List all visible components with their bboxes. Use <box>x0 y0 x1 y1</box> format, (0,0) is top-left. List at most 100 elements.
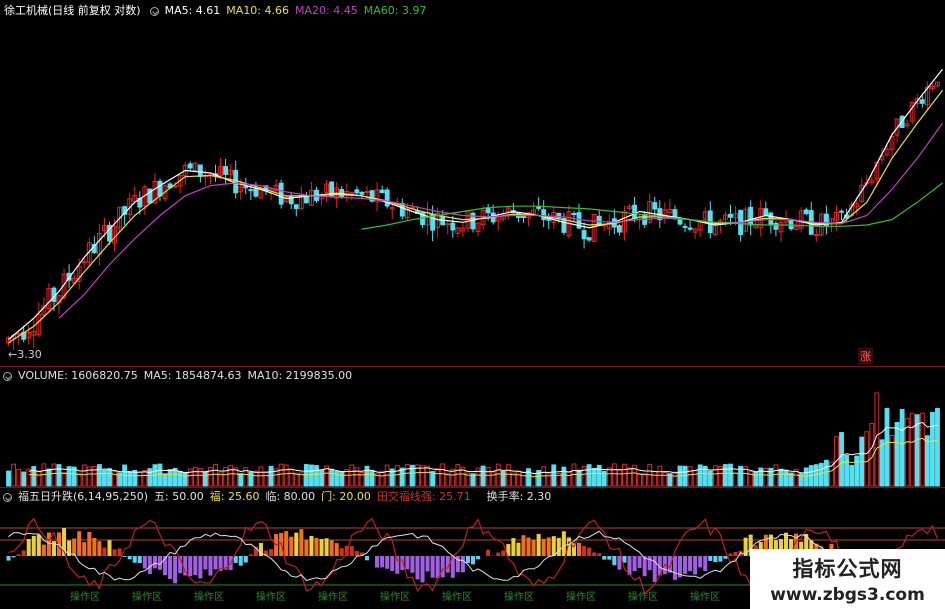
candle-body <box>632 204 637 220</box>
indicator-bar <box>375 556 380 568</box>
indicator-bar <box>587 547 592 556</box>
candle-body <box>586 237 592 241</box>
volume-bar <box>697 464 703 487</box>
indicator-bar <box>602 556 607 560</box>
indicator-bar <box>92 538 97 556</box>
indicator-bar <box>193 556 198 576</box>
volume-bar <box>884 407 890 487</box>
volume-bar <box>425 465 430 487</box>
volume-bar <box>541 466 547 487</box>
indicator-bar <box>501 550 506 556</box>
volume-bar <box>16 468 22 487</box>
candle-body <box>773 222 779 230</box>
volume-bar <box>622 463 627 487</box>
indicator-bar <box>107 540 112 556</box>
candle-body <box>763 208 769 216</box>
candle-body <box>682 225 688 228</box>
indicator-bar <box>612 556 617 566</box>
indicator-bar <box>314 537 319 556</box>
volume-bar <box>723 464 728 487</box>
candle-body <box>248 189 254 192</box>
ma-line-ma60 <box>361 182 943 230</box>
candle-body <box>303 195 309 204</box>
volume-bar <box>394 465 400 487</box>
indicator-bar <box>718 556 723 562</box>
candle-body <box>839 210 844 213</box>
volume-bar <box>566 471 572 487</box>
indicator-bar <box>733 552 738 556</box>
volume-bar <box>596 464 602 487</box>
candle-body <box>803 209 809 215</box>
indicator-bar <box>592 552 597 556</box>
volume-bar <box>854 455 860 487</box>
volume-bar <box>203 471 208 487</box>
volume-bar <box>283 464 289 487</box>
indicator-bar <box>425 556 430 572</box>
volume-bar <box>51 463 57 487</box>
indicator-bar <box>213 556 218 570</box>
indicator-bar <box>511 538 516 556</box>
volume-bar <box>682 465 688 487</box>
volume-bar <box>813 464 819 487</box>
operation-zone-label: 操作区 <box>318 590 348 603</box>
operation-zone-label: 操作区 <box>194 590 224 603</box>
volume-bar <box>147 468 153 487</box>
indicator-bar <box>541 538 546 556</box>
volume-bar <box>839 432 844 487</box>
indicator-bar <box>526 537 531 556</box>
volume-bar <box>516 471 521 487</box>
indicator-bar <box>385 556 390 569</box>
indicator-bar <box>203 556 208 570</box>
volume-bar <box>894 421 900 487</box>
volume-bar <box>26 468 32 487</box>
candle-body <box>359 191 365 195</box>
indicator-bar <box>132 556 137 563</box>
indicator-bar <box>294 532 299 556</box>
indicator-bar <box>319 539 324 556</box>
candle-body <box>677 219 683 225</box>
volume-bar <box>521 471 526 487</box>
indicator-bar <box>698 556 703 568</box>
indicator-bar <box>516 542 521 556</box>
volume-bar <box>379 470 385 487</box>
candle-body <box>233 169 239 194</box>
volume-bar <box>102 469 107 487</box>
candle-body <box>748 206 754 226</box>
indicator-bar <box>672 556 677 580</box>
volume-bar <box>495 463 501 487</box>
indicator-bar <box>284 531 289 556</box>
indicator-bar <box>521 535 526 556</box>
indicator-bar <box>617 556 622 570</box>
indicator-bar <box>688 556 693 572</box>
indicator-bar <box>299 529 304 556</box>
volume-bar <box>728 463 733 487</box>
indicator-bar <box>11 556 16 558</box>
indicator-bar <box>248 554 253 556</box>
candle-body <box>354 189 360 194</box>
volume-bar <box>253 470 259 487</box>
volume-bar <box>293 472 299 487</box>
operation-zone-label: 操作区 <box>690 590 720 603</box>
indicator-bar <box>440 556 445 578</box>
volume-bar <box>440 463 446 487</box>
volume-bar <box>480 465 486 487</box>
watermark-url: www.zbgs3.com <box>770 585 925 605</box>
candle-body <box>197 164 203 177</box>
indicator-bar <box>168 556 173 579</box>
indicator-bar <box>647 556 652 571</box>
indicator-bar <box>87 531 92 556</box>
volume-bar <box>399 467 405 487</box>
candle-body <box>728 213 733 218</box>
volume-bar <box>930 411 935 487</box>
candle-body <box>687 227 693 230</box>
volume-bar <box>314 465 319 487</box>
indicator-bar <box>486 549 491 556</box>
indicator-bar <box>415 556 420 580</box>
volume-bar <box>823 459 829 487</box>
candle-body <box>253 188 259 197</box>
volume-bar <box>309 464 314 487</box>
indicator-bar <box>556 537 561 556</box>
indicator-bar <box>122 556 127 557</box>
watermark-title: 指标公式网 <box>792 557 903 581</box>
candle-body <box>652 202 658 210</box>
